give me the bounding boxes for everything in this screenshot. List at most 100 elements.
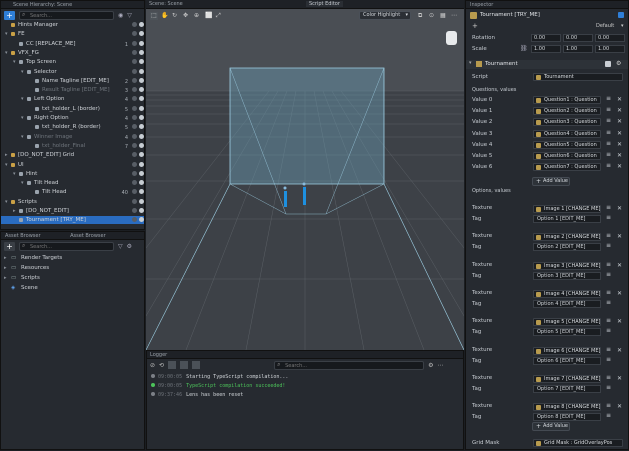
remove-icon[interactable]: ✕ (617, 205, 622, 212)
remove-icon[interactable]: ✕ (617, 318, 622, 325)
hierarchy-row[interactable]: ▾ Hint (1, 170, 144, 178)
hierarchy-row[interactable]: ▾ Scripts (1, 198, 144, 206)
visibility-toggle-icon[interactable] (132, 87, 137, 93)
reorder-icon[interactable]: ≡ (606, 129, 611, 136)
expand-arrow-icon[interactable]: ▾ (21, 68, 24, 76)
expand-arrow-icon[interactable]: ▾ (21, 179, 24, 187)
tag-field[interactable]: Option 6 [EDIT_ME] (533, 356, 601, 365)
enable-toggle-icon[interactable] (139, 49, 144, 55)
remove-icon[interactable]: ✕ (617, 262, 622, 269)
visibility-toggle-icon[interactable] (132, 59, 137, 65)
scale-z[interactable]: 1.00 (595, 45, 625, 53)
enable-toggle-icon[interactable] (139, 161, 144, 167)
hierarchy-row[interactable]: ▾ Left Option 4 (1, 95, 144, 103)
enable-toggle-icon[interactable] (139, 142, 144, 148)
hierarchy-row[interactable]: ▸ [DO_NOT_EDIT] Grid (1, 151, 144, 159)
enable-toggle-icon[interactable] (139, 208, 144, 213)
texture-field[interactable]: Image 7 [CHANGE ME] (533, 374, 601, 383)
asset-item[interactable]: ▸ ▭ Scripts (1, 274, 144, 282)
visibility-toggle-icon[interactable] (132, 180, 137, 186)
filter-icon[interactable]: ⟲ (159, 362, 164, 369)
filter-icon[interactable]: ▽ (118, 243, 123, 250)
visibility-toggle-icon[interactable] (132, 31, 137, 37)
texture-field[interactable]: Image 8 [CHANGE ME] (533, 403, 601, 412)
hierarchy-row[interactable]: ▾ VFX_FG (1, 49, 144, 57)
rotation-y[interactable]: 0.00 (563, 34, 593, 42)
hierarchy-row[interactable]: Result Tagline [EDIT_ME] 3 (1, 86, 144, 94)
scale-x[interactable]: 1.00 (531, 45, 561, 53)
enable-toggle-icon[interactable] (139, 170, 144, 176)
visibility-toggle-icon[interactable] (132, 217, 137, 223)
reorder-icon[interactable]: ≡ (606, 106, 611, 113)
reorder-icon[interactable]: ≡ (606, 317, 611, 324)
more-icon[interactable]: ⋯ (451, 12, 457, 19)
question-field[interactable]: Question1 : Question (533, 96, 601, 104)
texture-field[interactable]: Image 5 [CHANGE ME] (533, 318, 601, 327)
visibility-toggle-icon[interactable] (132, 96, 137, 102)
info-toggle-icon[interactable] (168, 361, 177, 369)
component-enabled-checkbox[interactable] (605, 61, 611, 67)
question-field[interactable]: Question4 : Question (533, 129, 601, 138)
hierarchy-row[interactable]: txt_holder_Final 7 (1, 142, 144, 150)
rect-tool-icon[interactable]: ⬜ (205, 12, 212, 19)
enable-toggle-icon[interactable] (139, 40, 144, 46)
reorder-icon[interactable]: ≡ (606, 162, 611, 169)
scale-y[interactable]: 1.00 (563, 45, 593, 53)
reorder-icon[interactable]: ≡ (606, 151, 611, 158)
expand-arrow-icon[interactable]: ▾ (21, 133, 24, 141)
object-name[interactable]: Tournament [TRY_ME] (480, 12, 540, 18)
layer-dropdown[interactable]: Default (596, 23, 614, 29)
enable-toggle-icon[interactable] (139, 31, 144, 37)
tag-field[interactable]: Option 8 [EDIT_ME] (533, 413, 601, 422)
asset-item[interactable]: ▸ ▭ Render Targets (1, 254, 144, 262)
visibility-toggle-icon[interactable] (132, 115, 137, 120)
remove-icon[interactable]: ✕ (617, 96, 622, 103)
tab-asset-browser[interactable]: Asset Browser (5, 233, 41, 239)
visibility-toggle-icon[interactable] (132, 198, 137, 204)
reorder-icon[interactable]: ≡ (606, 261, 611, 268)
hierarchy-row[interactable]: Hints Manager (1, 21, 144, 29)
hierarchy-row[interactable]: ▾ Top Screen (1, 58, 144, 66)
enable-toggle-icon[interactable] (139, 105, 144, 111)
enable-toggle-icon[interactable] (139, 68, 144, 74)
tag-field[interactable]: Option 7 [EDIT_ME] (533, 384, 601, 393)
enable-toggle-icon[interactable] (139, 133, 144, 139)
reorder-icon[interactable]: ≡ (606, 271, 611, 278)
visibility-toggle-icon[interactable] (132, 105, 137, 111)
remove-icon[interactable]: ✕ (617, 141, 622, 148)
enable-toggle-icon[interactable] (139, 77, 144, 83)
scale-tool-icon[interactable]: ⊕ (194, 12, 199, 19)
move-tool-icon[interactable]: ✥ (183, 12, 188, 19)
settings-icon[interactable]: ⚙ (616, 60, 621, 67)
question-field[interactable]: Question7 : Question (533, 163, 601, 172)
enable-toggle-icon[interactable] (139, 217, 144, 223)
remove-icon[interactable]: ✕ (617, 347, 622, 354)
expand-arrow-icon[interactable]: ▾ (21, 114, 24, 122)
tag-field[interactable]: Option 4 [EDIT_ME] (533, 299, 601, 308)
enable-toggle-icon[interactable] (139, 198, 144, 204)
texture-field[interactable]: Image 4 [CHANGE ME] (533, 289, 601, 298)
enable-toggle-icon[interactable] (139, 124, 144, 130)
remove-icon[interactable]: ✕ (617, 107, 622, 114)
enable-toggle-icon[interactable] (139, 152, 144, 158)
hierarchy-search-input[interactable]: Search... (19, 10, 114, 20)
grid-icon[interactable]: ▦ (440, 12, 446, 19)
visibility-toggle-icon[interactable] (132, 161, 137, 167)
add-option-button[interactable]: Add Value (532, 422, 570, 431)
hierarchy-row[interactable]: Tilt Head 40 (1, 188, 144, 196)
enable-toggle-icon[interactable] (139, 189, 144, 195)
hierarchy-row[interactable]: txt_holder_L (border) 5 (1, 105, 144, 113)
reorder-icon[interactable]: ≡ (606, 95, 611, 102)
reorder-icon[interactable]: ≡ (606, 299, 611, 306)
asset-item[interactable]: ◈ Scene (1, 284, 144, 292)
add-value-button[interactable]: Add Value (532, 177, 570, 186)
hand-tool-icon[interactable]: ✋ (161, 12, 168, 19)
filter-icon[interactable]: ▽ (127, 12, 132, 19)
tab-asset-browser-2[interactable]: Asset Browser (70, 233, 106, 239)
remove-icon[interactable]: ✕ (617, 375, 622, 382)
tag-field[interactable]: Option 2 [EDIT_ME] (533, 243, 601, 252)
settings-icon[interactable]: ⚙ (127, 243, 132, 250)
visibility-toggle-icon[interactable] (132, 68, 137, 74)
reorder-icon[interactable]: ≡ (606, 204, 611, 211)
remove-icon[interactable]: ✕ (617, 290, 622, 297)
